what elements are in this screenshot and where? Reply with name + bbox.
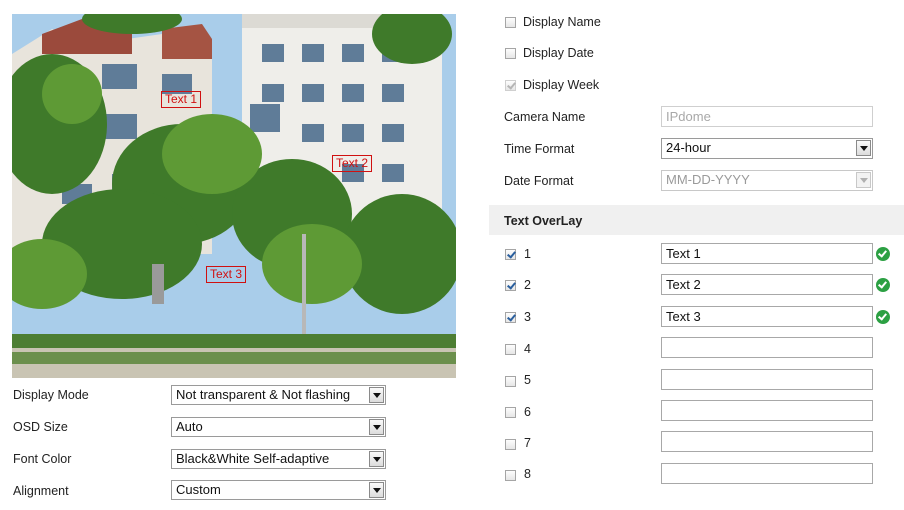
text-overlay-2[interactable]: Text 2 (332, 155, 373, 172)
date-format-label: Date Format (504, 174, 574, 188)
overlay-6-number: 6 (524, 405, 531, 419)
text-overlay-title: Text OverLay (504, 214, 583, 228)
font-color-value: Black&White Self-adaptive (176, 451, 330, 466)
overlay-5-number: 5 (524, 373, 531, 387)
overlay-4-checkbox[interactable] (505, 344, 516, 355)
chevron-down-icon[interactable] (369, 451, 384, 467)
camera-scene-image (12, 14, 456, 378)
text-overlay-3[interactable]: Text 3 (206, 266, 247, 283)
overlay-6-checkbox[interactable] (505, 407, 516, 418)
font-color-select[interactable]: Black&White Self-adaptive (171, 449, 386, 469)
time-format-value: 24-hour (666, 140, 711, 155)
overlay-4-number: 4 (524, 342, 531, 356)
time-format-select[interactable]: 24-hour (661, 138, 873, 159)
time-format-label: Time Format (504, 142, 575, 156)
display-week-label: Display Week (523, 78, 600, 92)
display-mode-label: Display Mode (13, 388, 89, 402)
overlay-8-input[interactable] (661, 463, 873, 484)
alignment-label: Alignment (13, 484, 69, 498)
overlay-7-input[interactable] (661, 431, 873, 452)
osd-size-select[interactable]: Auto (171, 417, 386, 437)
alignment-value: Custom (176, 482, 221, 497)
font-color-label: Font Color (13, 452, 72, 466)
overlay-5-checkbox[interactable] (505, 376, 516, 387)
chevron-down-icon[interactable] (369, 387, 384, 403)
overlay-3-number: 3 (524, 310, 531, 324)
camera-name-input[interactable]: IPdome (661, 106, 873, 127)
overlay-8-checkbox[interactable] (505, 470, 516, 481)
display-week-checkbox[interactable] (505, 80, 516, 91)
valid-check-icon (876, 310, 890, 324)
chevron-down-icon (856, 172, 871, 188)
chevron-down-icon[interactable] (856, 140, 871, 156)
overlay-7-number: 7 (524, 436, 531, 450)
alignment-select[interactable]: Custom (171, 480, 386, 500)
overlay-2-number: 2 (524, 278, 531, 292)
overlay-3-checkbox[interactable] (505, 312, 516, 323)
date-format-value: MM-DD-YYYY (666, 172, 750, 187)
overlay-3-input[interactable]: Text 3 (661, 306, 873, 327)
valid-check-icon (876, 247, 890, 261)
osd-size-value: Auto (176, 419, 203, 434)
text-overlay-header: Text OverLay (489, 205, 904, 235)
overlay-5-input[interactable] (661, 369, 873, 390)
chevron-down-icon[interactable] (369, 482, 384, 498)
valid-check-icon (876, 278, 890, 292)
chevron-down-icon[interactable] (369, 419, 384, 435)
osd-size-label: OSD Size (13, 420, 68, 434)
display-date-label: Display Date (523, 46, 594, 60)
display-name-checkbox[interactable] (505, 17, 516, 28)
overlay-1-checkbox[interactable] (505, 249, 516, 260)
display-mode-value: Not transparent & Not flashing (176, 387, 351, 402)
overlay-4-input[interactable] (661, 337, 873, 358)
overlay-8-number: 8 (524, 467, 531, 481)
overlay-2-input[interactable]: Text 2 (661, 274, 873, 295)
display-mode-select[interactable]: Not transparent & Not flashing (171, 385, 386, 405)
overlay-1-input[interactable]: Text 1 (661, 243, 873, 264)
date-format-select[interactable]: MM-DD-YYYY (661, 170, 873, 191)
overlay-6-input[interactable] (661, 400, 873, 421)
overlay-2-checkbox[interactable] (505, 280, 516, 291)
text-overlay-1[interactable]: Text 1 (161, 91, 202, 108)
camera-name-label: Camera Name (504, 110, 586, 124)
display-date-checkbox[interactable] (505, 48, 516, 59)
overlay-1-number: 1 (524, 247, 531, 261)
overlay-7-checkbox[interactable] (505, 439, 516, 450)
display-name-label: Display Name (523, 15, 601, 29)
video-preview[interactable]: Text 1 Text 2 Text 3 (12, 14, 456, 378)
